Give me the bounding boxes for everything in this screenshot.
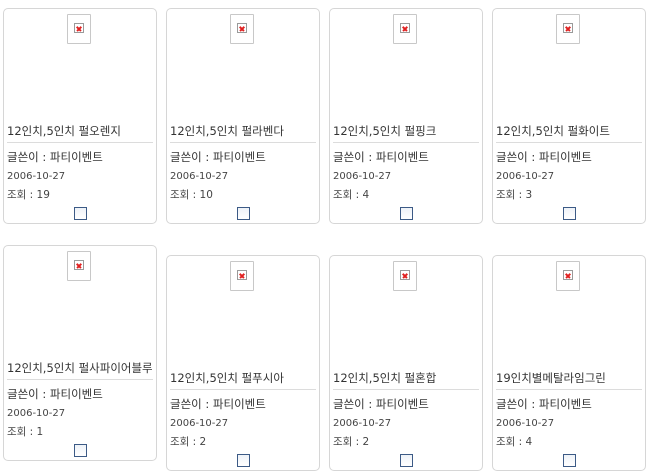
gallery-grid: 12인치,5인치 펄오렌지 글쓴이 : 파티이벤트 2006-10-27 조회 … bbox=[0, 0, 650, 476]
post-title-wrap: 12인치,5인치 펄푸시아 bbox=[170, 372, 316, 390]
post-views: 조회 : 4 bbox=[333, 189, 370, 201]
select-checkbox[interactable] bbox=[400, 454, 413, 467]
post-title[interactable]: 12인치,5인치 펄화이트 bbox=[496, 125, 642, 138]
post-author: 글쓴이 : 파티이벤트 bbox=[333, 150, 429, 164]
post-views: 조회 : 3 bbox=[496, 189, 533, 201]
post-title-wrap: 12인치,5인치 펄사파이어블루 bbox=[7, 362, 153, 380]
post-author: 글쓴이 : 파티이벤트 bbox=[170, 397, 266, 411]
post-author: 글쓴이 : 파티이벤트 bbox=[7, 387, 103, 401]
post-date: 2006-10-27 bbox=[496, 418, 555, 429]
select-checkbox[interactable] bbox=[74, 207, 87, 220]
post-views: 조회 : 2 bbox=[333, 436, 370, 448]
post-title[interactable]: 12인치,5인치 펄혼합 bbox=[333, 372, 479, 385]
post-date: 2006-10-27 bbox=[7, 171, 66, 182]
post-card[interactable]: 12인치,5인치 펄라벤다 글쓴이 : 파티이벤트 2006-10-27 조회 … bbox=[166, 8, 320, 224]
post-date: 2006-10-27 bbox=[170, 418, 229, 429]
thumbnail-broken-image[interactable] bbox=[230, 261, 254, 291]
broken-image-icon bbox=[563, 23, 573, 33]
post-author: 글쓴이 : 파티이벤트 bbox=[170, 150, 266, 164]
broken-image-icon bbox=[400, 23, 410, 33]
post-title-wrap: 12인치,5인치 펄라벤다 bbox=[170, 125, 316, 143]
post-views: 조회 : 1 bbox=[7, 426, 44, 438]
post-title[interactable]: 12인치,5인치 펄오렌지 bbox=[7, 125, 153, 138]
broken-image-icon bbox=[237, 270, 247, 280]
post-card[interactable]: 12인치,5인치 펄사파이어블루 글쓴이 : 파티이벤트 2006-10-27 … bbox=[3, 245, 157, 461]
broken-image-icon bbox=[237, 23, 247, 33]
post-card[interactable]: 12인치,5인치 펄화이트 글쓴이 : 파티이벤트 2006-10-27 조회 … bbox=[492, 8, 646, 224]
post-card[interactable]: 12인치,5인치 펄푸시아 글쓴이 : 파티이벤트 2006-10-27 조회 … bbox=[166, 255, 320, 471]
post-title-wrap: 12인치,5인치 펄화이트 bbox=[496, 125, 642, 143]
post-title[interactable]: 19인치별메탈라임그린 bbox=[496, 372, 642, 385]
post-title-wrap: 19인치별메탈라임그린 bbox=[496, 372, 642, 390]
thumbnail-broken-image[interactable] bbox=[393, 261, 417, 291]
select-checkbox[interactable] bbox=[237, 207, 250, 220]
post-date: 2006-10-27 bbox=[170, 171, 229, 182]
post-views: 조회 : 10 bbox=[170, 189, 213, 201]
post-author: 글쓴이 : 파티이벤트 bbox=[7, 150, 103, 164]
broken-image-icon bbox=[74, 23, 84, 33]
post-title[interactable]: 12인치,5인치 펄라벤다 bbox=[170, 125, 316, 138]
post-author: 글쓴이 : 파티이벤트 bbox=[496, 150, 592, 164]
select-checkbox[interactable] bbox=[563, 454, 576, 467]
post-date: 2006-10-27 bbox=[333, 171, 392, 182]
post-title-wrap: 12인치,5인치 펄핑크 bbox=[333, 125, 479, 143]
thumbnail-broken-image[interactable] bbox=[67, 14, 91, 44]
post-card[interactable]: 12인치,5인치 펄혼합 글쓴이 : 파티이벤트 2006-10-27 조회 :… bbox=[329, 255, 483, 471]
post-card[interactable]: 12인치,5인치 펄핑크 글쓴이 : 파티이벤트 2006-10-27 조회 :… bbox=[329, 8, 483, 224]
post-author: 글쓴이 : 파티이벤트 bbox=[496, 397, 592, 411]
thumbnail-broken-image[interactable] bbox=[556, 261, 580, 291]
post-views: 조회 : 19 bbox=[7, 189, 50, 201]
post-card[interactable]: 12인치,5인치 펄오렌지 글쓴이 : 파티이벤트 2006-10-27 조회 … bbox=[3, 8, 157, 224]
thumbnail-broken-image[interactable] bbox=[230, 14, 254, 44]
select-checkbox[interactable] bbox=[563, 207, 576, 220]
select-checkbox[interactable] bbox=[400, 207, 413, 220]
post-card[interactable]: 19인치별메탈라임그린 글쓴이 : 파티이벤트 2006-10-27 조회 : … bbox=[492, 255, 646, 471]
broken-image-icon bbox=[400, 270, 410, 280]
post-views: 조회 : 4 bbox=[496, 436, 533, 448]
broken-image-icon bbox=[563, 270, 573, 280]
post-date: 2006-10-27 bbox=[333, 418, 392, 429]
post-title[interactable]: 12인치,5인치 펄사파이어블루 bbox=[7, 362, 153, 375]
thumbnail-broken-image[interactable] bbox=[556, 14, 580, 44]
post-date: 2006-10-27 bbox=[496, 171, 555, 182]
post-date: 2006-10-27 bbox=[7, 408, 66, 419]
post-title[interactable]: 12인치,5인치 펄핑크 bbox=[333, 125, 479, 138]
select-checkbox[interactable] bbox=[237, 454, 250, 467]
post-author: 글쓴이 : 파티이벤트 bbox=[333, 397, 429, 411]
post-views: 조회 : 2 bbox=[170, 436, 207, 448]
post-title-wrap: 12인치,5인치 펄오렌지 bbox=[7, 125, 153, 143]
broken-image-icon bbox=[74, 260, 84, 270]
thumbnail-broken-image[interactable] bbox=[393, 14, 417, 44]
select-checkbox[interactable] bbox=[74, 444, 87, 457]
post-title[interactable]: 12인치,5인치 펄푸시아 bbox=[170, 372, 316, 385]
post-title-wrap: 12인치,5인치 펄혼합 bbox=[333, 372, 479, 390]
thumbnail-broken-image[interactable] bbox=[67, 251, 91, 281]
